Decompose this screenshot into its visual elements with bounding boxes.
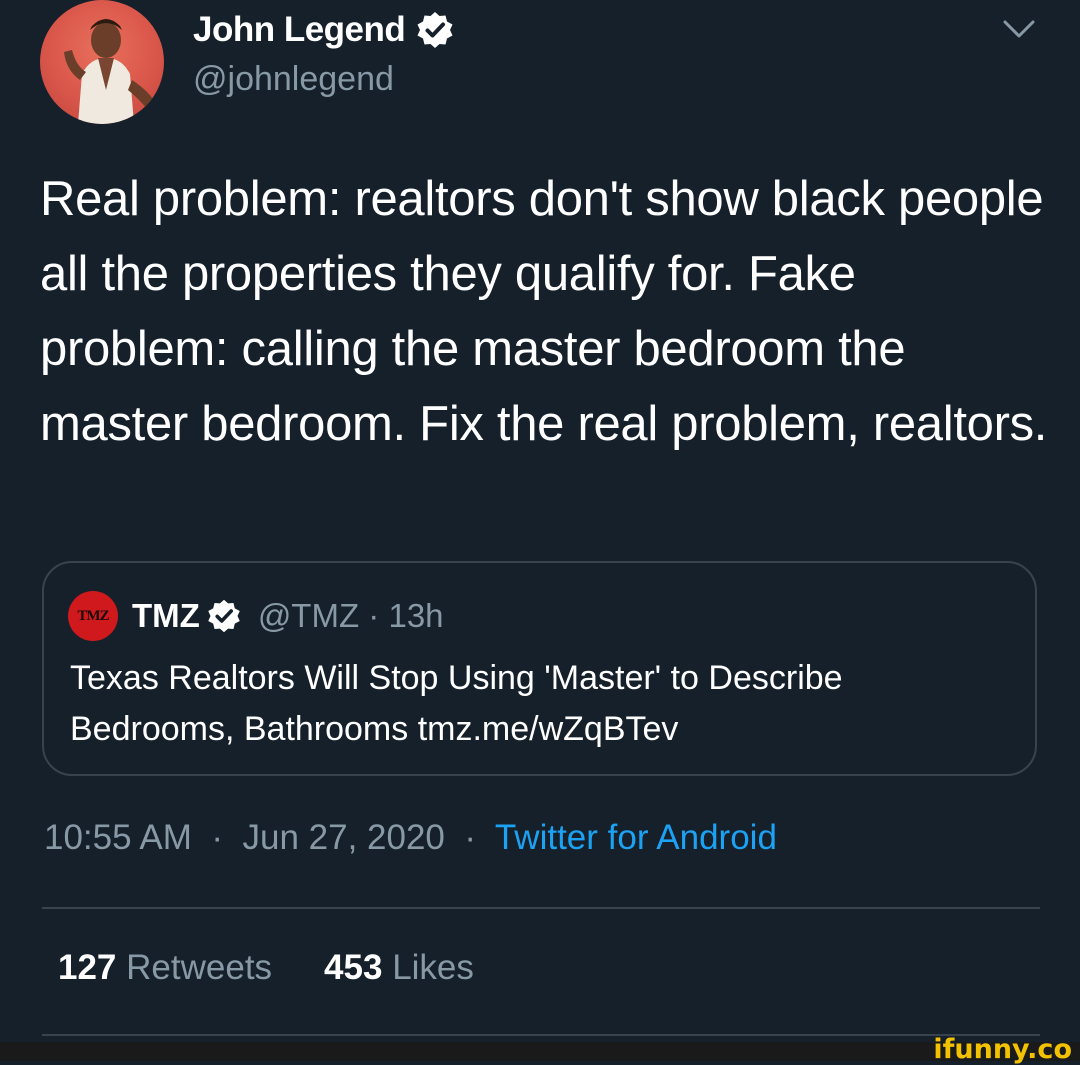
author-name[interactable]: John Legend bbox=[193, 10, 455, 50]
tweet-date: Jun 27, 2020 bbox=[242, 818, 445, 857]
meta-separator: · bbox=[368, 597, 380, 634]
chevron-down-icon[interactable] bbox=[1002, 18, 1036, 42]
tweet-time: 10:55 AM bbox=[44, 818, 192, 857]
quoted-tweet-header: TMZ TMZ @TMZ · 13h bbox=[68, 591, 444, 641]
author-name-text: John Legend bbox=[193, 10, 406, 49]
likes-count: 453 bbox=[324, 948, 383, 987]
tweet-meta: 10:55 AM · Jun 27, 2020 · Twitter for An… bbox=[44, 818, 777, 858]
tweet-stats: 127 Retweets 453 Likes bbox=[58, 948, 474, 988]
avatar-photo-icon bbox=[64, 19, 156, 124]
meta-separator: · bbox=[464, 818, 477, 857]
quoted-author-name: TMZ bbox=[132, 597, 200, 634]
verified-badge-icon bbox=[417, 12, 453, 48]
quoted-tweet-age: 13h bbox=[388, 597, 444, 634]
likes-label: Likes bbox=[392, 948, 474, 987]
watermark-logo: ifunny.co bbox=[933, 1034, 1072, 1065]
retweets-label: Retweets bbox=[126, 948, 273, 987]
quoted-tweet-card[interactable]: TMZ TMZ @TMZ · 13h Texas Realtors Will S… bbox=[42, 561, 1037, 776]
retweets-stat[interactable]: 127 Retweets bbox=[58, 948, 272, 988]
divider bbox=[42, 1034, 1040, 1036]
quoted-tweet-text: Texas Realtors Will Stop Using 'Master' … bbox=[70, 659, 843, 748]
author-handle[interactable]: @johnlegend bbox=[193, 60, 394, 99]
verified-badge-icon bbox=[208, 599, 240, 633]
retweets-count: 127 bbox=[58, 948, 117, 987]
tweet-source-link[interactable]: Twitter for Android bbox=[495, 818, 777, 857]
author-avatar[interactable] bbox=[40, 0, 164, 124]
likes-stat[interactable]: 453 Likes bbox=[324, 948, 474, 988]
tweet-text: Real problem: realtors don't show black … bbox=[40, 172, 1048, 451]
divider bbox=[42, 907, 1040, 909]
tmz-avatar: TMZ bbox=[68, 591, 118, 641]
meta-separator: · bbox=[211, 818, 224, 857]
quoted-author-handle: @TMZ bbox=[257, 597, 360, 634]
bottom-bar bbox=[0, 1042, 1080, 1061]
